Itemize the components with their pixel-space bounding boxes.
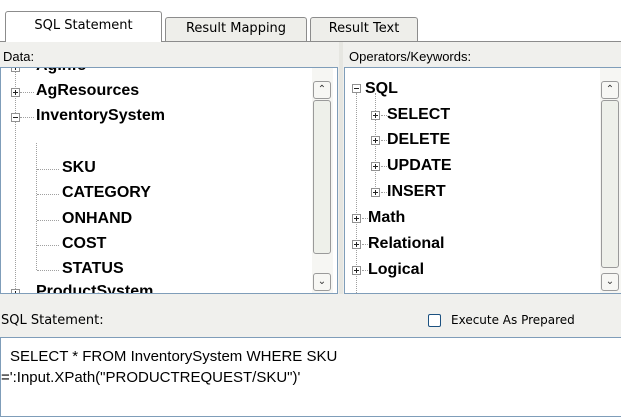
sql-statement-line-1: SELECT * FROM InventorySystem WHERE SKU [10,348,338,365]
tree-connector [37,220,59,221]
tree-item-inventorysystem[interactable]: InventorySystem [36,106,165,126]
tree-connector [37,245,59,246]
plus-box-icon[interactable] [371,162,380,171]
plus-box-icon[interactable] [352,214,361,223]
data-tree[interactable]: AgInfo AgResources InventorySystem SKU C… [0,67,338,294]
plus-box-icon[interactable] [11,88,20,97]
tree-item-onhand[interactable]: ONHAND [62,209,132,229]
chevron-up-icon[interactable]: ⌃ [313,81,331,99]
tree-item-category[interactable]: CATEGORY [62,183,151,203]
sql-statement-input[interactable]: SELECT * FROM InventorySystem WHERE SKU … [0,337,621,417]
tree-item-productsystem[interactable]: ProductSystem [36,282,153,293]
tree-item-delete[interactable]: DELETE [387,130,450,150]
sql-statement-line-2: =':Input.XPath("PRODUCTREQUEST/SKU")' [1,369,301,386]
tree-item-logical[interactable]: Logical [368,260,424,280]
operators-tree-scroll-thumb[interactable] [601,100,619,268]
tree-item-sku[interactable]: SKU [62,158,96,178]
tree-item-select[interactable]: SELECT [387,105,450,125]
plus-box-icon[interactable] [11,289,20,293]
tree-connector [37,270,59,271]
minus-box-icon[interactable] [352,84,361,93]
tree-connector [37,194,59,195]
tree-connector [36,143,37,270]
tab-result-mapping[interactable]: Result Mapping [165,17,307,41]
tree-connector [20,67,34,68]
tree-item-update[interactable]: UPDATE [387,156,452,176]
minus-box-icon[interactable] [11,113,20,122]
plus-box-icon[interactable] [371,188,380,197]
tab-sql-statement[interactable]: SQL Statement [5,11,162,42]
tree-connector [20,117,34,118]
plus-box-icon[interactable] [352,240,361,249]
tab-result-text[interactable]: Result Text [310,17,418,41]
tree-connector [356,93,357,293]
operators-panel-label: Operators/Keywords: [349,49,472,64]
chevron-down-icon[interactable]: ⌄ [313,273,331,291]
plus-box-icon[interactable] [371,136,380,145]
plus-box-icon[interactable] [352,266,361,275]
tree-item-insert[interactable]: INSERT [387,182,446,202]
plus-box-icon[interactable] [371,111,380,120]
tree-item-aginfo[interactable]: AgInfo [36,68,87,76]
tree-item-math[interactable]: Math [368,208,405,228]
tree-item-cost[interactable]: COST [62,234,106,254]
execute-as-prepared-label[interactable]: Execute As Prepared [451,313,575,327]
tree-connector [15,68,16,293]
tree-item-sql[interactable]: SQL [365,79,398,99]
data-tree-scroll-thumb[interactable] [313,100,331,254]
data-tree-scrollbar[interactable]: ⌃ ⌄ [312,68,333,293]
tree-item-agresources[interactable]: AgResources [36,81,139,101]
plus-box-icon[interactable] [11,68,20,72]
data-panel-label: Data: [3,49,35,64]
tab-strip: SQL Statement Result Mapping Result Text [0,0,621,42]
operators-tree-scrollbar[interactable]: ⌃ ⌄ [600,68,621,293]
sql-statement-label: SQL Statement: [1,313,104,328]
chevron-down-icon[interactable]: ⌄ [601,273,619,291]
execute-as-prepared-checkbox[interactable] [428,314,441,327]
operators-tree[interactable]: SQL SELECT DELETE UPDATE INSERT Math Rel… [344,67,621,294]
tree-connector [20,92,34,93]
panel-splitter[interactable] [339,42,343,294]
chevron-up-icon[interactable]: ⌃ [601,81,619,99]
tree-item-relational[interactable]: Relational [368,234,444,254]
tree-connector [37,169,59,170]
tree-item-status[interactable]: STATUS [62,259,124,279]
